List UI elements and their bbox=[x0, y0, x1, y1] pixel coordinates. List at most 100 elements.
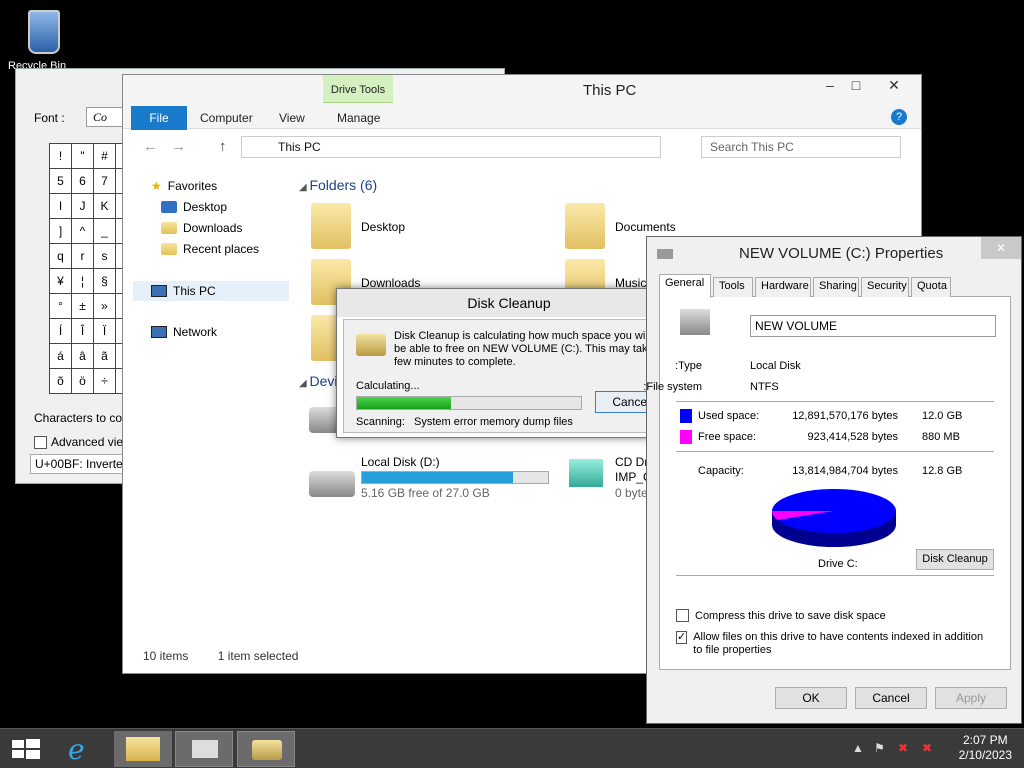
folders-group-header[interactable]: ◢ Folders (6) bbox=[299, 177, 377, 193]
character-map-taskbar-button[interactable] bbox=[175, 731, 233, 767]
apply-button[interactable]: Apply bbox=[935, 687, 1007, 709]
drive-properties-dialog[interactable]: NEW VOLUME (C:) Properties ✕ NEW VOLUME … bbox=[643, 236, 1022, 724]
folder-icon bbox=[311, 203, 351, 249]
tab-computer[interactable]: Computer bbox=[200, 111, 253, 125]
tab-general[interactable]: General bbox=[659, 274, 711, 298]
up-arrow-icon[interactable]: ↑ bbox=[219, 138, 227, 155]
nav-recent-places[interactable]: Recent places bbox=[161, 242, 259, 256]
character-cell[interactable]: 6 bbox=[72, 169, 94, 194]
tab-view[interactable]: View bbox=[279, 111, 305, 125]
disk-cleanup-taskbar-button[interactable] bbox=[237, 731, 295, 767]
calculating-label: Calculating... bbox=[356, 380, 420, 392]
character-cell[interactable]: Ï bbox=[94, 319, 116, 344]
character-cell[interactable]: _ bbox=[94, 219, 116, 244]
character-cell[interactable]: õ bbox=[50, 369, 72, 394]
folder-icon bbox=[565, 203, 605, 249]
compress-checkbox[interactable]: Compress this drive to save disk space bbox=[676, 609, 886, 622]
character-cell[interactable]: ! bbox=[50, 144, 72, 169]
disk-cleanup-titlebar[interactable]: Disk Cleanup bbox=[337, 289, 681, 317]
disk-cleanup-dialog[interactable]: Disk Cleanup ✕ Disk Cleanup is calculati… bbox=[336, 288, 682, 438]
internet-explorer-taskbar-button[interactable]: e bbox=[54, 731, 112, 767]
file-system-value: NTFS bbox=[750, 381, 779, 393]
drive-d-name[interactable]: Local Disk (D:) bbox=[361, 455, 440, 469]
disk-cleanup-body: Disk Cleanup is calculating how much spa… bbox=[343, 319, 675, 433]
character-cell[interactable]: I bbox=[50, 194, 72, 219]
character-cell[interactable]: q bbox=[50, 244, 72, 269]
character-cell[interactable]: » bbox=[94, 294, 116, 319]
clock[interactable]: 2:07 PM 2/10/2023 bbox=[959, 733, 1012, 763]
index-label: Allow files on this drive to have conten… bbox=[693, 631, 984, 656]
character-cell[interactable]: ¥ bbox=[50, 269, 72, 294]
recent-places-icon bbox=[161, 243, 177, 255]
ok-button[interactable]: OK bbox=[775, 687, 847, 709]
free-space-label: Free space: bbox=[698, 431, 757, 443]
search-input[interactable]: Search This PC bbox=[701, 136, 901, 158]
character-cell[interactable]: Í bbox=[50, 319, 72, 344]
character-cell[interactable]: K bbox=[94, 194, 116, 219]
character-cell[interactable]: ] bbox=[50, 219, 72, 244]
nav-desktop[interactable]: Desktop bbox=[161, 200, 227, 214]
clock-date: 2/10/2023 bbox=[958, 748, 1012, 762]
tab-security[interactable]: Security bbox=[861, 277, 909, 297]
capacity-gb: 12.8 GB bbox=[922, 465, 963, 477]
character-cell[interactable]: 7 bbox=[94, 169, 116, 194]
character-cell[interactable]: 5 bbox=[50, 169, 72, 194]
flag-icon[interactable]: ⚑ bbox=[874, 741, 885, 755]
character-cell[interactable]: ã bbox=[94, 344, 116, 369]
nav-this-pc[interactable]: This PC bbox=[133, 281, 289, 301]
font-label: Font : bbox=[34, 111, 65, 125]
folder-desktop[interactable]: Desktop bbox=[361, 220, 405, 234]
character-cell[interactable]: Î bbox=[72, 319, 94, 344]
properties-titlebar[interactable]: NEW VOLUME (C:) Properties bbox=[647, 237, 1021, 269]
tab-quota[interactable]: Quota bbox=[911, 277, 951, 297]
start-button[interactable] bbox=[0, 731, 58, 767]
tab-file[interactable]: File bbox=[131, 106, 187, 130]
drive-d-usage-fill bbox=[362, 472, 513, 483]
folder-documents[interactable]: Documents bbox=[615, 220, 676, 234]
character-cell[interactable]: r bbox=[72, 244, 94, 269]
character-cell[interactable]: s bbox=[94, 244, 116, 269]
advanced-view-checkbox[interactable]: Advanced view bbox=[34, 435, 132, 449]
usage-pie-chart bbox=[772, 489, 896, 547]
show-hidden-icons-icon[interactable]: ▲ bbox=[852, 741, 864, 755]
volume-muted-icon[interactable]: ✖ bbox=[922, 741, 932, 755]
cancel-button[interactable]: Cancel bbox=[855, 687, 927, 709]
help-icon[interactable]: ? bbox=[891, 109, 907, 125]
explorer-titlebar[interactable]: This PC – □ ✕ bbox=[123, 75, 921, 103]
tab-manage[interactable]: Manage bbox=[337, 111, 380, 125]
disk-cleanup-icon bbox=[252, 740, 282, 760]
nav-downloads[interactable]: Downloads bbox=[161, 221, 242, 235]
star-icon: ★ bbox=[151, 179, 162, 193]
file-explorer-taskbar-button[interactable] bbox=[114, 731, 172, 767]
close-button[interactable]: ✕ bbox=[981, 237, 1021, 259]
index-checkbox[interactable]: ✓ Allow files on this drive to have cont… bbox=[676, 631, 986, 657]
character-cell[interactable]: # bbox=[94, 144, 116, 169]
file-system-label: File system: bbox=[643, 381, 702, 393]
volume-name-input[interactable]: NEW VOLUME bbox=[750, 315, 996, 337]
downloads-icon bbox=[161, 222, 177, 234]
character-cell[interactable]: ° bbox=[50, 294, 72, 319]
character-cell[interactable]: ± bbox=[72, 294, 94, 319]
character-cell[interactable]: " bbox=[72, 144, 94, 169]
recycle-bin[interactable]: Recycle Bin bbox=[8, 6, 70, 72]
back-arrow-icon[interactable]: ← bbox=[143, 138, 158, 155]
forward-arrow-icon[interactable]: → bbox=[171, 138, 186, 155]
disk-cleanup-button[interactable]: Disk Cleanup bbox=[916, 549, 994, 570]
nav-network[interactable]: Network bbox=[151, 325, 217, 339]
tab-tools[interactable]: Tools bbox=[713, 277, 753, 297]
character-cell[interactable]: ÷ bbox=[94, 369, 116, 394]
character-cell[interactable]: ö bbox=[72, 369, 94, 394]
character-cell[interactable]: á bbox=[50, 344, 72, 369]
close-button[interactable]: ✕ bbox=[871, 75, 917, 95]
character-cell[interactable]: ¦ bbox=[72, 269, 94, 294]
character-cell[interactable]: § bbox=[94, 269, 116, 294]
character-cell[interactable]: â bbox=[72, 344, 94, 369]
address-bar[interactable]: This PC bbox=[241, 136, 661, 158]
network-icon[interactable]: ✖ bbox=[898, 741, 908, 755]
nav-favorites[interactable]: ★ Favorites bbox=[151, 179, 217, 193]
tab-hardware[interactable]: Hardware bbox=[755, 277, 811, 297]
tab-sharing[interactable]: Sharing bbox=[813, 277, 859, 297]
character-cell[interactable]: J bbox=[72, 194, 94, 219]
character-cell[interactable]: ^ bbox=[72, 219, 94, 244]
type-value: Local Disk bbox=[750, 360, 801, 372]
